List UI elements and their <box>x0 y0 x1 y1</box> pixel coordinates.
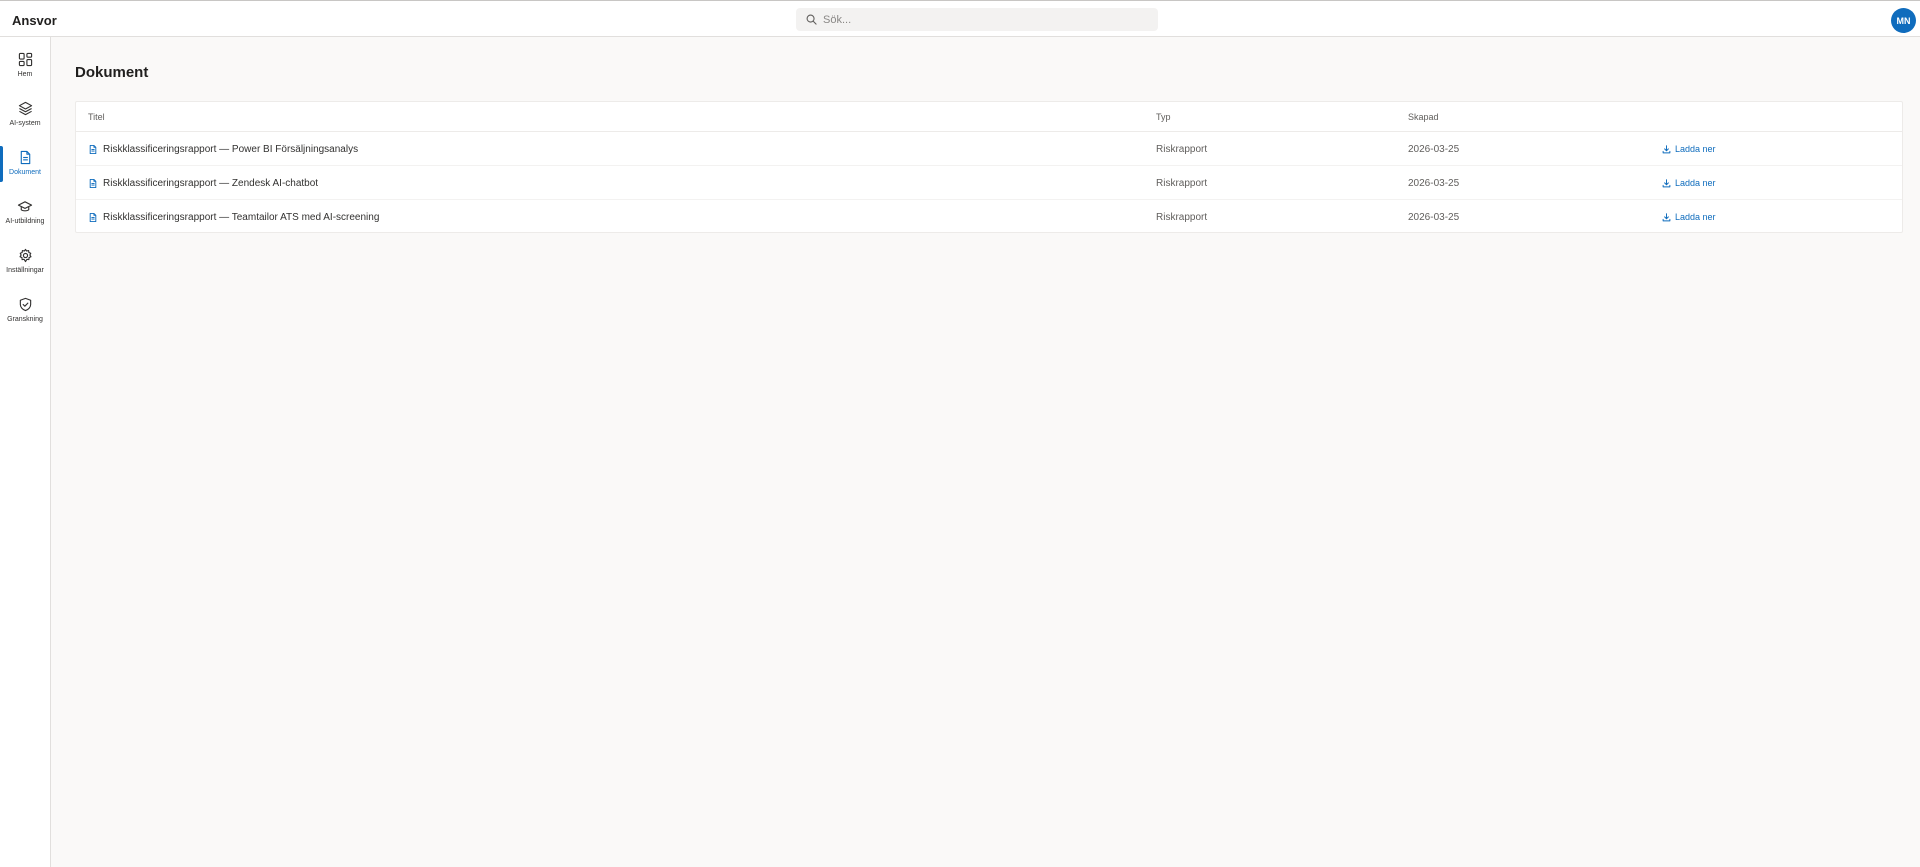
document-icon <box>18 147 33 167</box>
title-cell: Riskklassificeringsrapport — Zendesk AI-… <box>88 178 318 189</box>
sidebar-item-label: Inställningar <box>6 267 44 274</box>
layers-icon <box>18 98 33 118</box>
download-button[interactable]: Ladda ner <box>1662 178 1716 188</box>
sidebar-item-hem[interactable]: Hem <box>0 45 50 91</box>
sidebar-item-label: Dokument <box>9 169 41 176</box>
download-icon <box>1662 144 1671 153</box>
download-label: Ladda ner <box>1675 144 1716 154</box>
sidebar-item-granskning[interactable]: Granskning <box>0 290 50 336</box>
download-button[interactable]: Ladda ner <box>1662 144 1716 154</box>
sidebar-item-label: AI-system <box>9 120 41 127</box>
sidebar: Hem AI-system Dokument AI-utbildning Ins… <box>0 37 51 867</box>
table-row[interactable]: Riskklassificeringsrapport — Power BI Fö… <box>76 132 1902 166</box>
sidebar-item-dokument[interactable]: Dokument <box>0 143 50 189</box>
top-bar: Ansvor MN <box>0 0 1920 37</box>
column-header-type[interactable]: Typ <box>1156 112 1171 122</box>
search-box[interactable] <box>796 8 1158 31</box>
column-header-created[interactable]: Skapad <box>1408 112 1439 122</box>
document-created: 2026-03-25 <box>1408 212 1460 223</box>
document-icon <box>89 144 97 155</box>
app-brand[interactable]: Ansvor <box>12 13 57 28</box>
document-created: 2026-03-25 <box>1408 144 1460 155</box>
document-title[interactable]: Riskklassificeringsrapport — Zendesk AI-… <box>103 178 318 189</box>
column-header-title[interactable]: Titel <box>88 112 105 122</box>
document-title[interactable]: Riskklassificeringsrapport — Teamtailor … <box>103 212 379 223</box>
grid-icon <box>18 49 33 69</box>
download-label: Ladda ner <box>1675 212 1716 222</box>
page-title: Dokument <box>75 64 149 81</box>
sidebar-item-label: Granskning <box>7 316 43 323</box>
table-header: Titel Typ Skapad <box>76 102 1902 132</box>
document-icon <box>89 212 97 223</box>
document-type: Riskrapport <box>1156 212 1208 223</box>
gear-icon <box>18 245 33 265</box>
title-cell: Riskklassificeringsrapport — Teamtailor … <box>88 212 379 223</box>
documents-table: Titel Typ Skapad Riskklassificeringsrapp… <box>75 101 1903 233</box>
download-label: Ladda ner <box>1675 178 1716 188</box>
sidebar-item-label: Hem <box>17 71 33 78</box>
graduation-cap-icon <box>17 196 33 216</box>
download-icon <box>1662 178 1671 187</box>
title-cell: Riskklassificeringsrapport — Power BI Fö… <box>88 144 358 155</box>
sidebar-item-ai-system[interactable]: AI-system <box>0 94 50 140</box>
sidebar-item-label: AI-utbildning <box>5 218 45 225</box>
sidebar-item-ai-utbildning[interactable]: AI-utbildning <box>0 192 50 238</box>
user-avatar[interactable]: MN <box>1891 8 1916 33</box>
table-row[interactable]: Riskklassificeringsrapport — Teamtailor … <box>76 200 1902 234</box>
search-input[interactable] <box>823 13 1143 26</box>
download-icon <box>1662 212 1671 221</box>
table-row[interactable]: Riskklassificeringsrapport — Zendesk AI-… <box>76 166 1902 200</box>
document-type: Riskrapport <box>1156 178 1208 189</box>
document-icon <box>89 178 97 189</box>
sidebar-item-installningar[interactable]: Inställningar <box>0 241 50 287</box>
search-icon <box>806 14 817 25</box>
document-created: 2026-03-25 <box>1408 178 1460 189</box>
download-button[interactable]: Ladda ner <box>1662 212 1716 222</box>
document-type: Riskrapport <box>1156 144 1208 155</box>
shield-check-icon <box>18 294 33 314</box>
document-title[interactable]: Riskklassificeringsrapport — Power BI Fö… <box>103 144 358 155</box>
